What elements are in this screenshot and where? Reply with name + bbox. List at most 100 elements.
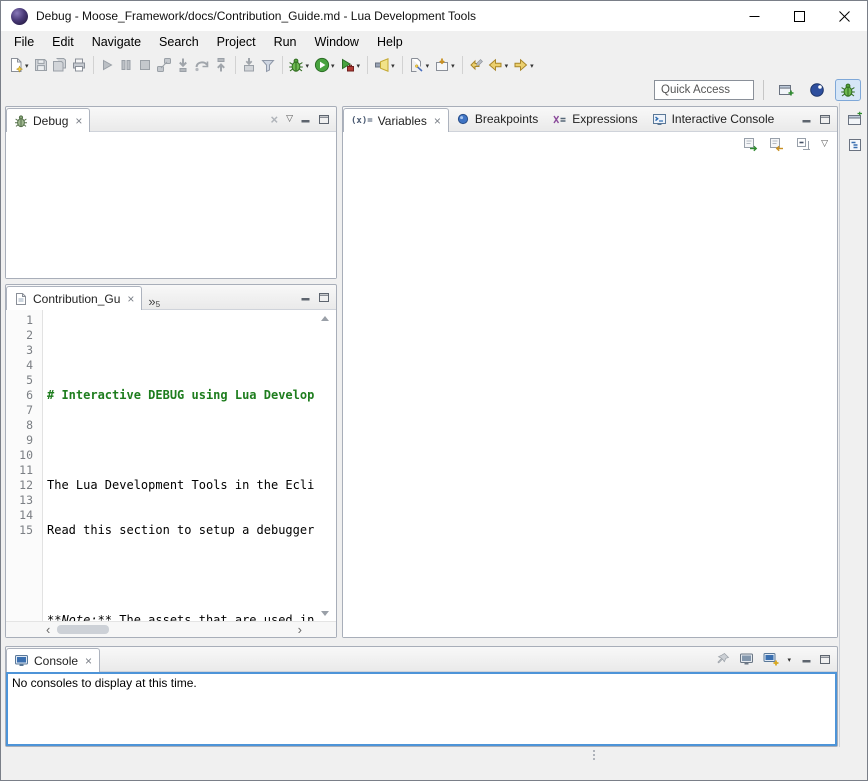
debug-icon[interactable]	[287, 54, 306, 76]
open-perspective-icon[interactable]	[773, 79, 799, 101]
scroll-right-icon[interactable]: ›	[298, 622, 302, 637]
collapse-all-icon[interactable]	[795, 136, 811, 152]
open-console-dropdown-icon[interactable]: ▾	[787, 656, 791, 664]
tab-console[interactable]: Console ×	[6, 648, 100, 672]
step-return-icon[interactable]	[212, 54, 231, 76]
last-edit-location-icon[interactable]	[467, 54, 486, 76]
new-dropdown-icon[interactable]: ▾	[25, 62, 29, 70]
editor-body[interactable]: 12 34 56 78 910 1112 1314 15 # Interacti…	[6, 310, 336, 621]
step-into-icon[interactable]	[174, 54, 193, 76]
view-menu-icon[interactable]: ▽	[821, 139, 828, 149]
close-icon[interactable]: ×	[85, 655, 92, 667]
tab-expressions[interactable]: Expressions	[545, 107, 644, 131]
debug-perspective-icon[interactable]	[835, 79, 861, 101]
new-wizard-icon[interactable]	[407, 54, 426, 76]
tab-console-label: Console	[34, 654, 78, 668]
menu-navigate[interactable]: Navigate	[83, 32, 150, 52]
step-over-icon[interactable]	[193, 54, 212, 76]
main-toolbar: ▾ ▾ ▾ ▾ ▾ ▾ ▾ ▾ ▾	[1, 53, 867, 77]
save-all-icon[interactable]	[51, 54, 70, 76]
tab-debug-label: Debug	[33, 114, 68, 128]
editor-tab-overflow-chevron[interactable]: » 5	[142, 294, 166, 309]
open-element-icon[interactable]	[432, 54, 451, 76]
remove-all-terminated-icon[interactable]: ×	[270, 113, 278, 126]
menu-file[interactable]: File	[5, 32, 43, 52]
maximize-view-icon[interactable]	[319, 293, 329, 302]
minimize-view-icon[interactable]	[802, 655, 812, 664]
restore-view-icon[interactable]	[847, 111, 863, 127]
console-icon	[14, 653, 29, 668]
code-line: # Interactive DEBUG using Lua Develop	[47, 388, 336, 403]
display-selected-console-icon[interactable]	[739, 651, 755, 667]
maximize-view-icon[interactable]	[319, 115, 329, 124]
editor-gutter[interactable]: 12 34 56 78 910 1112 1314 15	[6, 310, 43, 621]
save-icon[interactable]	[32, 54, 51, 76]
close-window-button[interactable]	[822, 1, 867, 31]
suspend-icon[interactable]	[117, 54, 136, 76]
menu-edit[interactable]: Edit	[43, 32, 83, 52]
close-icon[interactable]: ×	[75, 115, 82, 127]
tab-debug[interactable]: Debug ×	[6, 108, 90, 132]
tab-contribution-guide[interactable]: Contribution_Gu ×	[6, 286, 142, 310]
maximize-view-icon[interactable]	[820, 655, 830, 664]
show-logical-structures-icon[interactable]	[743, 136, 759, 152]
run-icon[interactable]	[312, 54, 331, 76]
print-icon[interactable]	[70, 54, 89, 76]
menu-project[interactable]: Project	[208, 32, 265, 52]
back-icon[interactable]	[486, 54, 505, 76]
debug-view-content[interactable]	[6, 132, 336, 278]
forward-icon[interactable]	[511, 54, 530, 76]
tab-variables[interactable]: (x)= Variables ×	[343, 108, 449, 132]
tab-breakpoints[interactable]: Breakpoints	[449, 107, 545, 131]
open-element-dropdown-icon[interactable]: ▾	[451, 62, 455, 70]
scrollbar-thumb[interactable]	[57, 625, 109, 634]
resume-icon[interactable]	[98, 54, 117, 76]
minimize-view-icon[interactable]	[301, 293, 311, 302]
menu-search[interactable]: Search	[150, 32, 208, 52]
drop-to-frame-icon[interactable]	[240, 54, 259, 76]
minimize-view-icon[interactable]	[802, 115, 812, 124]
new-wizard-dropdown-icon[interactable]: ▾	[426, 62, 430, 70]
outline-view-icon[interactable]	[847, 137, 863, 153]
debug-dropdown-icon[interactable]: ▾	[306, 62, 310, 70]
expand-selected-icon[interactable]	[769, 136, 785, 152]
console-content[interactable]: No consoles to display at this time.	[6, 672, 837, 746]
scroll-down-icon[interactable]	[321, 611, 329, 616]
horizontal-scrollbar[interactable]: ‹ ›	[6, 621, 336, 637]
menu-window[interactable]: Window	[306, 32, 368, 52]
view-menu-icon[interactable]: ▽	[286, 114, 293, 124]
quick-access-input[interactable]: Quick Access	[654, 80, 754, 100]
console-panel: Console × ▾ No consoles to display at th…	[5, 646, 838, 747]
terminate-icon[interactable]	[136, 54, 155, 76]
open-console-icon[interactable]	[763, 651, 779, 667]
variables-tabbar: (x)= Variables × Breakpoints Expressions…	[343, 107, 837, 132]
minimize-window-button[interactable]	[732, 1, 777, 31]
variables-view-content[interactable]	[343, 156, 837, 637]
search-dropdown-icon[interactable]: ▾	[391, 62, 395, 70]
minimize-view-icon[interactable]	[301, 115, 311, 124]
external-tools-icon[interactable]	[338, 54, 357, 76]
forward-dropdown-icon[interactable]: ▾	[530, 62, 534, 70]
markdown-file-icon	[14, 292, 28, 306]
new-icon[interactable]	[6, 54, 25, 76]
sash-grip[interactable]	[593, 750, 595, 760]
pin-console-icon[interactable]	[715, 651, 731, 667]
scroll-left-icon[interactable]: ‹	[46, 622, 50, 637]
tab-interactive-console[interactable]: Interactive Console	[645, 107, 782, 131]
maximize-view-icon[interactable]	[820, 115, 830, 124]
external-tools-dropdown-icon[interactable]: ▾	[357, 62, 361, 70]
close-icon[interactable]: ×	[434, 115, 441, 127]
disconnect-icon[interactable]	[155, 54, 174, 76]
scroll-up-icon[interactable]	[321, 316, 329, 321]
search-icon[interactable]	[372, 54, 391, 76]
back-dropdown-icon[interactable]: ▾	[505, 62, 509, 70]
menu-help[interactable]: Help	[368, 32, 412, 52]
close-icon[interactable]: ×	[127, 293, 134, 305]
lua-perspective-icon[interactable]	[804, 79, 830, 101]
menu-run[interactable]: Run	[265, 32, 306, 52]
editor-panel: Contribution_Gu × » 5 12 34 56 78 910 11…	[5, 284, 337, 638]
maximize-window-button[interactable]	[777, 1, 822, 31]
run-dropdown-icon[interactable]: ▾	[331, 62, 335, 70]
use-step-filters-icon[interactable]	[259, 54, 278, 76]
code-area[interactable]: # Interactive DEBUG using Lua Develop Th…	[43, 310, 336, 621]
